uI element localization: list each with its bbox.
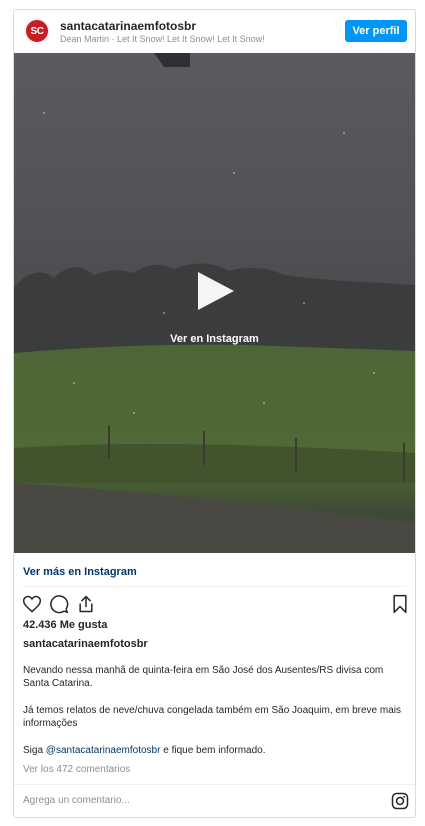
share-icon[interactable] [76,594,96,614]
view-profile-button[interactable]: Ver perfil [345,20,407,42]
post-header: SC santacatarinaemfotosbr Dean Martin · … [14,10,415,53]
caption-text: e fique bem informado. [160,745,266,756]
divider [23,586,406,587]
like-count[interactable]: 42.436 Me gusta [23,619,107,631]
bookmark-icon[interactable] [391,594,409,614]
caption-paragraph: Já temos relatos de neve/chuva congelada… [23,705,401,729]
mention-link[interactable]: @santacatarinaemfotosbr [46,745,161,756]
comment-bar: Agrega un comentario... [14,784,415,818]
caption-paragraph: Siga @santacatarinaemfotosbr e fique bem… [23,744,403,757]
caption-username[interactable]: santacatarinaemfotosbr [23,638,148,650]
username-link[interactable]: santacatarinaemfotosbr [60,19,196,33]
song-link[interactable]: Dean Martin · Let It Snow! Let It Snow! … [60,34,265,44]
avatar[interactable]: SC [24,18,50,44]
add-comment-input[interactable]: Agrega un comentario... [23,795,130,806]
caption-text: Siga [23,745,46,756]
caption-paragraph: Nevando nessa manhã de quinta-feira em S… [23,665,384,689]
heart-icon[interactable] [22,594,42,614]
view-comments-link[interactable]: Ver los 472 comentarios [23,764,130,775]
instagram-embed-card: SC santacatarinaemfotosbr Dean Martin · … [13,9,416,818]
comment-icon[interactable] [49,594,69,614]
watch-on-instagram-label[interactable]: Ver en Instagram [14,333,415,345]
video-thumbnail[interactable]: Ver en Instagram [14,53,415,553]
see-more-on-instagram-link[interactable]: Ver más en Instagram [23,566,137,578]
instagram-icon[interactable] [391,792,409,810]
avatar-text: SC [30,25,44,37]
play-icon[interactable] [194,270,236,312]
